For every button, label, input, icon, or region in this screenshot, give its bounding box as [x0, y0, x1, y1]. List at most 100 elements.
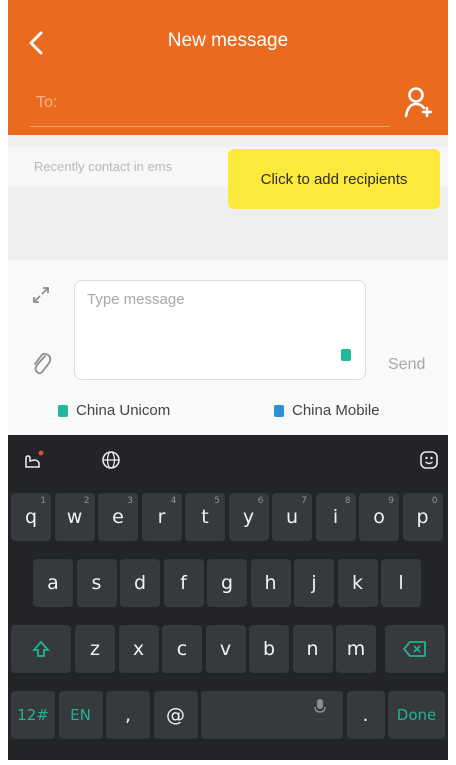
key-hint: 1	[40, 496, 46, 506]
add-recipients-tooltip[interactable]: Click to add recipients	[228, 149, 440, 209]
backspace-key[interactable]	[385, 625, 445, 673]
key-j[interactable]: j	[294, 559, 334, 607]
period-key-label: .	[362, 704, 369, 726]
add-contact-button[interactable]	[402, 84, 436, 120]
key-label: p	[416, 506, 429, 528]
space-key[interactable]	[201, 691, 343, 739]
key-label: d	[133, 572, 147, 594]
key-l[interactable]: l	[381, 559, 421, 607]
send-button[interactable]: Send	[388, 356, 425, 374]
message-input[interactable]: Type message	[74, 280, 366, 380]
key-b[interactable]: b	[249, 625, 289, 673]
comma-key-label: ,	[124, 704, 132, 726]
key-p[interactable]: p0	[402, 493, 443, 541]
key-label: j	[311, 572, 317, 594]
key-label: w	[66, 506, 83, 528]
shift-icon	[32, 640, 50, 657]
key-c[interactable]: c	[162, 625, 202, 673]
key-x[interactable]: x	[118, 625, 159, 673]
at-key-label: @	[166, 704, 185, 726]
key-hint: 2	[83, 496, 90, 506]
key-t[interactable]: t5	[185, 493, 225, 541]
key-u[interactable]: u7	[272, 493, 312, 541]
key-i[interactable]: i8	[315, 493, 356, 541]
globe-icon[interactable]	[100, 449, 122, 471]
key-label: r	[157, 506, 166, 528]
language-key[interactable]: EN	[58, 691, 103, 739]
header-bar: New message To:	[8, 0, 448, 135]
key-n[interactable]: n	[292, 625, 333, 673]
key-label: e	[112, 506, 124, 528]
key-g[interactable]: g	[207, 559, 247, 607]
key-k[interactable]: k	[337, 559, 378, 607]
key-label: x	[132, 638, 145, 660]
language-key-label: EN	[70, 706, 91, 724]
key-d[interactable]: d	[120, 559, 160, 607]
to-field-underline	[30, 126, 390, 127]
sim-1-label: China Unicom	[76, 402, 171, 419]
key-o[interactable]: o9	[359, 493, 399, 541]
to-field[interactable]: To:	[36, 94, 57, 112]
keyboard-toolbar	[8, 435, 448, 483]
key-hint: 5	[214, 496, 220, 506]
key-a[interactable]: a	[33, 559, 73, 607]
key-label: l	[398, 572, 404, 594]
key-label: a	[47, 572, 59, 594]
key-label: t	[201, 506, 209, 528]
bottom-frame	[8, 760, 448, 765]
compose-area: Type message Send China Unicom China Mob…	[8, 260, 448, 435]
key-h[interactable]: h	[250, 559, 291, 607]
at-key[interactable]: @	[153, 691, 198, 739]
key-hint: 8	[344, 496, 351, 506]
key-w[interactable]: w2	[54, 493, 95, 541]
emoji-icon[interactable]	[418, 449, 440, 471]
comma-key[interactable]: ,	[106, 691, 150, 739]
recipient-suggestions: Recently contact in ems Click to add rec…	[8, 135, 448, 260]
key-label: g	[220, 572, 234, 594]
keyboard: q 1 w 2 e 3 r 4 t 5 y 6 u 7 i 8 o 9 p 0 a s d f g h j k l z x c v b n m 12# E…	[8, 435, 448, 760]
key-v[interactable]: v	[205, 625, 246, 673]
key-label: f	[180, 572, 187, 594]
key-hint: 4	[170, 496, 177, 506]
key-label: y	[242, 506, 255, 528]
key-label: v	[219, 638, 232, 660]
swipe-hand-icon[interactable]	[22, 449, 44, 471]
key-m[interactable]: m	[336, 625, 376, 673]
attachment-icon[interactable]	[30, 348, 52, 376]
done-key-label: Done	[396, 706, 437, 724]
key-s[interactable]: s	[76, 559, 117, 607]
key-label: m	[346, 638, 366, 660]
sim-indicator-icon[interactable]	[341, 349, 351, 361]
key-hint: 0	[431, 496, 438, 506]
key-label: z	[90, 638, 100, 660]
key-hint: 6	[257, 496, 264, 506]
period-key[interactable]: .	[346, 691, 385, 739]
key-hint: 9	[388, 496, 394, 506]
key-e[interactable]: e3	[98, 493, 138, 541]
sim-2-icon	[274, 404, 284, 417]
sim-1-icon	[58, 404, 68, 417]
key-label: o	[373, 506, 385, 528]
key-label: c	[176, 638, 188, 660]
numbers-key-label: 12#	[17, 706, 49, 724]
key-f[interactable]: f	[163, 559, 204, 607]
sim-2-label: China Mobile	[292, 402, 380, 419]
sim-option-mobile[interactable]: China Mobile	[274, 402, 380, 419]
key-hint: 7	[301, 496, 307, 506]
message-placeholder: Type message	[87, 291, 185, 308]
numbers-key[interactable]: 12#	[11, 691, 55, 739]
key-q[interactable]: q1	[11, 493, 51, 541]
key-z[interactable]: z	[75, 625, 115, 673]
key-label: h	[264, 572, 277, 594]
key-label: u	[285, 506, 299, 528]
sim-option-unicom[interactable]: China Unicom	[58, 402, 170, 419]
shift-key[interactable]	[11, 625, 71, 673]
key-label: b	[262, 638, 276, 660]
key-r[interactable]: r4	[141, 493, 182, 541]
key-label: s	[91, 572, 102, 594]
expand-icon[interactable]	[28, 282, 54, 308]
key-y[interactable]: y6	[228, 493, 269, 541]
done-key[interactable]: Done	[388, 691, 445, 739]
backspace-icon	[402, 641, 426, 657]
page-title: New message	[167, 30, 289, 51]
